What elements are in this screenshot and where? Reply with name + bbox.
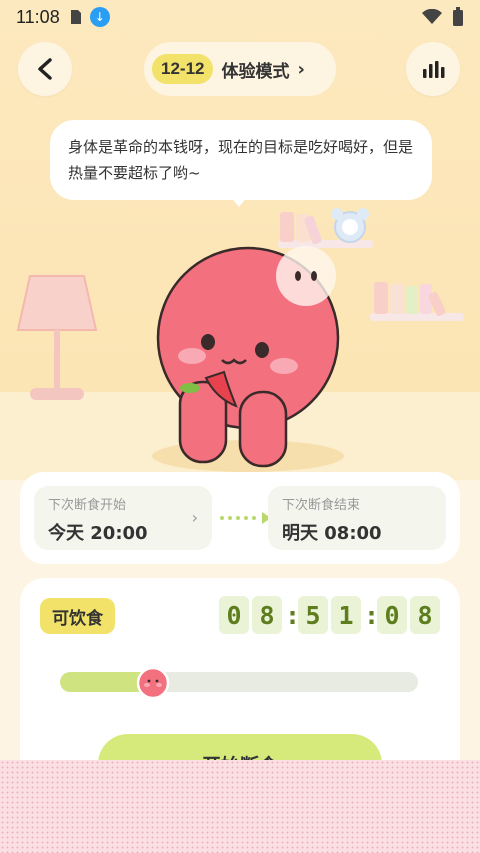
bottom-overlay bbox=[0, 760, 480, 853]
arrow-right-icon bbox=[220, 512, 271, 524]
timer-colon: : bbox=[285, 600, 301, 630]
chevron-right-icon: › bbox=[191, 508, 198, 527]
timer-digit: 0 bbox=[219, 596, 249, 634]
next-end-label: 下次断食结束 bbox=[282, 498, 361, 513]
back-button[interactable] bbox=[18, 42, 72, 96]
timer-colon: : bbox=[364, 600, 380, 630]
back-arrow-icon bbox=[38, 58, 52, 80]
countdown-timer: 0 8 : 5 1 : 0 8 bbox=[219, 596, 440, 634]
bar-chart-icon bbox=[423, 61, 445, 78]
peach-character-illustration bbox=[156, 246, 340, 468]
timer-digit: 0 bbox=[377, 596, 407, 634]
status-time: 11:08 bbox=[16, 6, 60, 27]
chevron-right-icon: › bbox=[297, 58, 305, 80]
battery-icon bbox=[453, 7, 463, 26]
timer-digit: 1 bbox=[331, 596, 361, 634]
mode-selector[interactable]: 12-12 体验模式 › bbox=[144, 42, 336, 96]
next-end-value: 明天 08:00 bbox=[282, 523, 382, 544]
timer-digit: 5 bbox=[298, 596, 328, 634]
download-icon: ↓ bbox=[89, 7, 110, 27]
progress-bar bbox=[60, 672, 418, 692]
wifi-icon bbox=[422, 9, 442, 24]
next-fast-end: 下次断食结束 明天 08:00 bbox=[268, 486, 446, 550]
speech-text: 身体是革命的本钱呀，现在的目标是吃好喝好，但是热量不要超标了哟~ bbox=[68, 138, 414, 182]
timer-digit: 8 bbox=[410, 596, 440, 634]
status-bar: 11:08 ↓ bbox=[0, 0, 480, 34]
eating-state-badge: 可饮食 bbox=[40, 598, 115, 634]
progress-knob-peach-icon bbox=[136, 666, 170, 700]
timer-digit: 8 bbox=[252, 596, 282, 634]
next-start-value: 今天 20:00 bbox=[48, 523, 148, 544]
mode-badge: 12-12 bbox=[152, 54, 214, 84]
next-fast-start[interactable]: 下次断食开始 今天 20:00 › bbox=[34, 486, 212, 550]
sim-card-icon bbox=[70, 10, 81, 24]
fasting-schedule-card: 下次断食开始 今天 20:00 › 下次断食结束 明天 08:00 bbox=[20, 472, 460, 564]
speech-bubble: 身体是革命的本钱呀，现在的目标是吃好喝好，但是热量不要超标了哟~ bbox=[50, 120, 432, 200]
next-start-label: 下次断食开始 bbox=[48, 498, 127, 513]
speech-bubble-tail bbox=[230, 196, 248, 207]
stats-button[interactable] bbox=[406, 42, 460, 96]
mode-label: 体验模式 bbox=[221, 61, 290, 82]
